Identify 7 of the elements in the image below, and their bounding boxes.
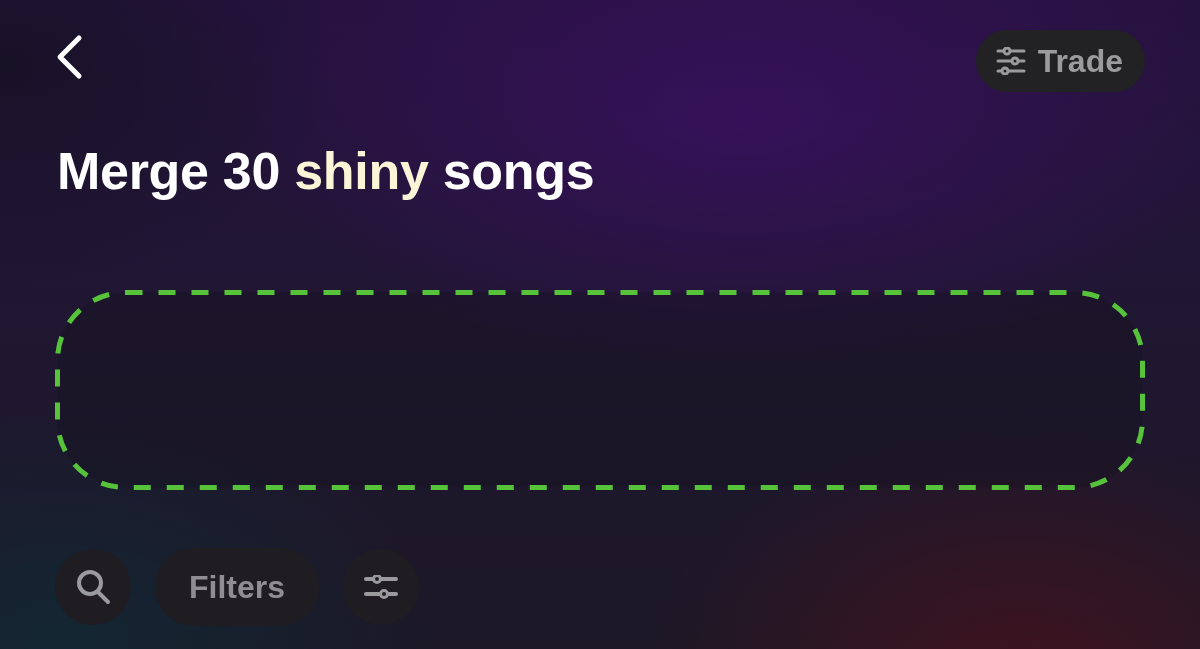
sliders-icon	[995, 47, 1026, 75]
search-icon	[75, 568, 111, 607]
filters-button[interactable]: Filters	[155, 548, 320, 627]
page-title: Merge 30 shiny songs	[57, 141, 595, 202]
sliders-icon	[364, 575, 399, 600]
back-icon[interactable]	[55, 34, 83, 80]
trade-button[interactable]: Trade	[975, 30, 1145, 92]
